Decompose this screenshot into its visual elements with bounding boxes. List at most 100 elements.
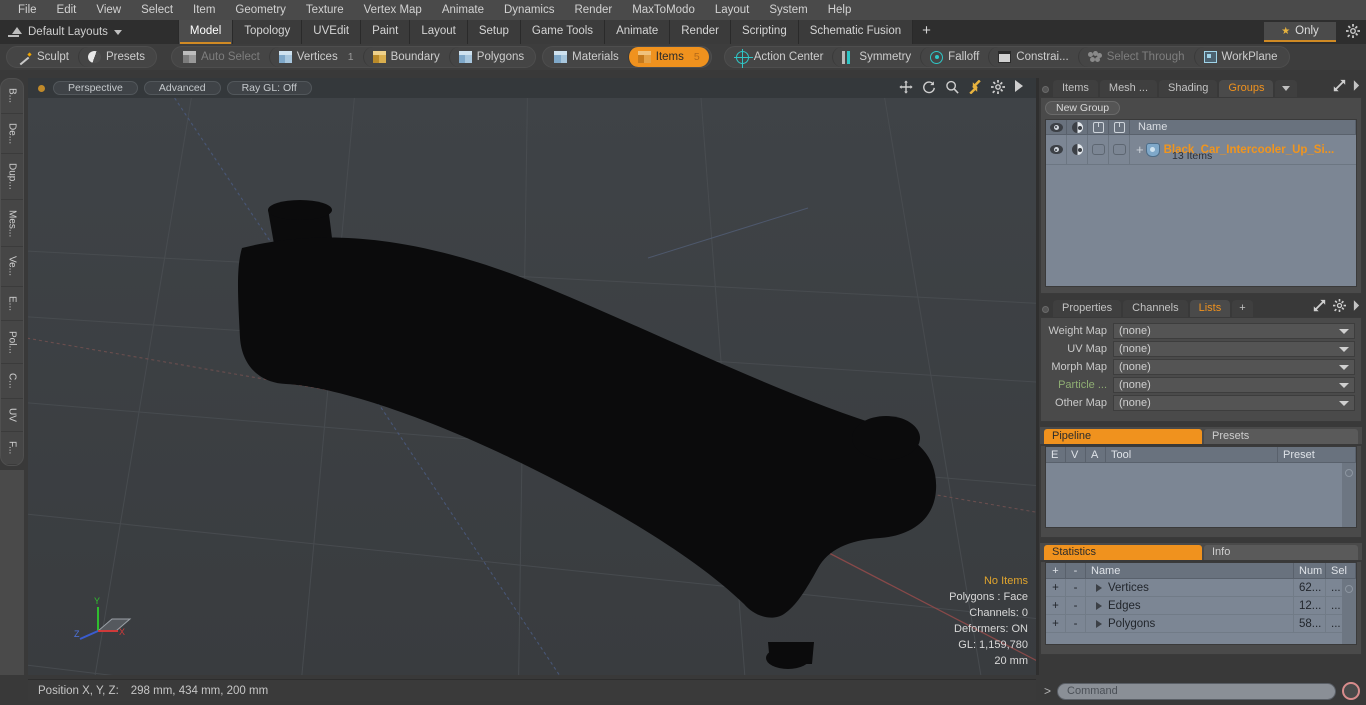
- mode-button-auto-select[interactable]: Auto Select: [174, 47, 269, 67]
- command-input[interactable]: [1057, 682, 1336, 700]
- expand-arrow-icon[interactable]: [1096, 601, 1102, 610]
- groups-tree[interactable]: Name + Black_Car_Intercooler_Up_Si... 13…: [1045, 119, 1357, 287]
- tab-schematic-fusion[interactable]: Schematic Fusion: [798, 20, 914, 44]
- panel-tab-mesh[interactable]: Mesh ...: [1099, 80, 1158, 97]
- statistics-table[interactable]: + - Name Num Sel + - Vertices 62...... + - Edg…: [1045, 562, 1357, 645]
- tab-scripting[interactable]: Scripting: [730, 20, 799, 44]
- chevron-right-icon[interactable]: [1353, 80, 1360, 94]
- mode-button-polygons[interactable]: Polygons: [448, 47, 533, 67]
- panel-tab-info[interactable]: Info: [1204, 545, 1358, 560]
- panel-tab-properties[interactable]: Properties: [1053, 300, 1122, 317]
- mode-button-sculpt[interactable]: Sculpt: [9, 47, 78, 67]
- menu-item-help[interactable]: Help: [818, 0, 862, 20]
- expand-arrow-icon[interactable]: [1096, 583, 1102, 592]
- play-icon[interactable]: [1014, 80, 1028, 94]
- expand-icon[interactable]: [1313, 299, 1326, 315]
- list-row-dropdown[interactable]: (none): [1113, 323, 1355, 339]
- menu-item-system[interactable]: System: [759, 0, 817, 20]
- menu-item-texture[interactable]: Texture: [296, 0, 354, 20]
- menu-item-maxtomodo[interactable]: MaxToModo: [622, 0, 705, 20]
- stat-add-button[interactable]: +: [1046, 597, 1066, 614]
- mode-button-boundary[interactable]: Boundary: [362, 47, 449, 67]
- menu-item-view[interactable]: View: [86, 0, 131, 20]
- table-row[interactable]: + Black_Car_Intercooler_Up_Si... 13 Item…: [1046, 135, 1356, 165]
- move-icon[interactable]: [899, 80, 913, 94]
- left-tool-tab[interactable]: C...: [1, 364, 23, 399]
- pipeline-table[interactable]: E V A Tool Preset: [1045, 446, 1357, 528]
- list-row-dropdown[interactable]: (none): [1113, 359, 1355, 375]
- panel-tab-presets[interactable]: Presets: [1204, 429, 1358, 444]
- menu-item-vertex-map[interactable]: Vertex Map: [354, 0, 432, 20]
- list-row-dropdown[interactable]: (none): [1113, 341, 1355, 357]
- menu-item-select[interactable]: Select: [131, 0, 183, 20]
- stat-sub-button[interactable]: -: [1066, 579, 1086, 596]
- menu-item-animate[interactable]: Animate: [432, 0, 494, 20]
- mode-button-falloff[interactable]: Falloff: [920, 47, 988, 67]
- panel-tab-groups[interactable]: Groups: [1219, 80, 1274, 97]
- row-name-cell[interactable]: + Black_Car_Intercooler_Up_Si... 13 Item…: [1130, 135, 1356, 164]
- left-tool-tab[interactable]: E...: [1, 287, 23, 322]
- only-button[interactable]: ★ Only: [1264, 22, 1336, 42]
- viewport-shading-button[interactable]: Advanced: [143, 81, 221, 95]
- left-tool-tab[interactable]: Pol...: [1, 321, 23, 364]
- left-tool-tab[interactable]: Ve...: [1, 247, 23, 287]
- mode-button-materials[interactable]: Materials: [545, 47, 628, 67]
- mode-button-presets[interactable]: Presets: [77, 47, 154, 67]
- menu-item-geometry[interactable]: Geometry: [225, 0, 296, 20]
- record-icon[interactable]: [1342, 682, 1360, 700]
- menu-item-file[interactable]: File: [8, 0, 47, 20]
- tab-animate[interactable]: Animate: [605, 20, 671, 44]
- tab-uvedit[interactable]: UVEdit: [302, 20, 362, 44]
- panel-tab-pipeline[interactable]: Pipeline: [1044, 429, 1202, 444]
- menu-item-dynamics[interactable]: Dynamics: [494, 0, 564, 20]
- stat-add-button[interactable]: +: [1046, 615, 1066, 632]
- gear-icon[interactable]: [1333, 299, 1346, 315]
- viewport-canvas[interactable]: Y X Z No Items Polygons : Face Channels:…: [28, 98, 1036, 675]
- mode-button-select-through[interactable]: Select Through: [1077, 47, 1194, 67]
- chevron-right-icon[interactable]: [1353, 300, 1360, 314]
- left-tool-tab[interactable]: Mes...: [1, 200, 23, 248]
- tab-paint[interactable]: Paint: [361, 20, 411, 44]
- left-tool-tab[interactable]: De...: [1, 114, 23, 155]
- tab-game-tools[interactable]: Game Tools: [520, 20, 606, 44]
- default-layouts-button[interactable]: Default Layouts: [0, 20, 128, 44]
- mode-button-workplane[interactable]: WorkPlane: [1193, 47, 1287, 67]
- table-row[interactable]: + - Vertices 62......: [1046, 579, 1356, 597]
- tab-model[interactable]: Model: [177, 20, 234, 44]
- expand-row-icon[interactable]: +: [1136, 142, 1144, 157]
- menu-item-edit[interactable]: Edit: [47, 0, 87, 20]
- menu-item-item[interactable]: Item: [183, 0, 225, 20]
- gear-icon[interactable]: [1346, 24, 1360, 41]
- stat-sub-button[interactable]: -: [1066, 615, 1086, 632]
- expand-icon[interactable]: [1333, 79, 1346, 95]
- expand-arrow-icon[interactable]: [1096, 619, 1102, 628]
- panel-tab-channels[interactable]: Channels: [1123, 300, 1188, 317]
- panel-divider[interactable]: [1036, 78, 1039, 675]
- panel-tab-lists[interactable]: Lists: [1189, 300, 1231, 317]
- stat-add-button[interactable]: +: [1046, 579, 1066, 596]
- new-group-button[interactable]: New Group: [1045, 101, 1121, 115]
- mode-button-vertices[interactable]: Vertices 1: [268, 47, 363, 67]
- fit-icon[interactable]: [968, 79, 982, 95]
- table-row[interactable]: + - Edges 12......: [1046, 597, 1356, 615]
- viewport-raygl-button[interactable]: Ray GL: Off: [226, 81, 312, 95]
- row-shading-toggle[interactable]: [1067, 135, 1088, 164]
- menu-item-layout[interactable]: Layout: [705, 0, 760, 20]
- left-tool-tab[interactable]: UV: [1, 399, 23, 433]
- row-cube-toggle[interactable]: [1088, 135, 1109, 164]
- panel-tab-overflow[interactable]: [1275, 80, 1298, 97]
- rotate-icon[interactable]: [922, 80, 936, 94]
- tab-render[interactable]: Render: [670, 20, 731, 44]
- panel-tab-+[interactable]: +: [1232, 300, 1253, 317]
- list-row-dropdown[interactable]: (none): [1113, 395, 1355, 411]
- viewport-projection-button[interactable]: Perspective: [53, 81, 138, 95]
- gear-icon[interactable]: [991, 80, 1005, 94]
- panel-tab-statistics[interactable]: Statistics: [1044, 545, 1202, 560]
- tab-setup[interactable]: Setup: [467, 20, 521, 44]
- left-tool-tab[interactable]: F...: [1, 432, 23, 465]
- tab-layout[interactable]: Layout: [410, 20, 468, 44]
- left-tool-tab[interactable]: B...: [1, 79, 23, 114]
- statistics-scrollbar[interactable]: [1342, 579, 1356, 644]
- table-row[interactable]: + - Polygons 58......: [1046, 615, 1356, 633]
- viewport-3d[interactable]: Perspective Advanced Ray GL: Off Y X Z N…: [28, 78, 1036, 675]
